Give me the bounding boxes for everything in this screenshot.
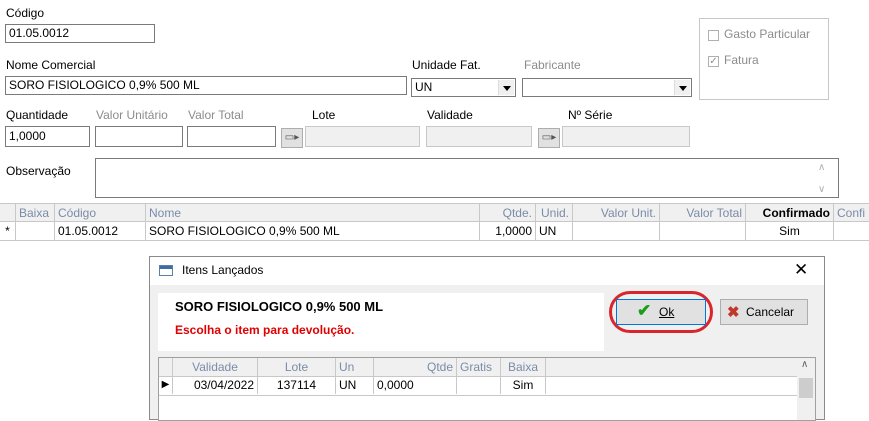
quantidade-input[interactable]: 1,0000 — [5, 126, 90, 147]
row-confirmado: Sim — [746, 222, 834, 240]
chevron-down-icon[interactable] — [498, 80, 514, 95]
row-baixa: Sim — [501, 376, 546, 394]
valor-total-label: Valor Total — [188, 108, 244, 122]
row-valor-total — [660, 222, 746, 240]
dialog-col-qtde[interactable]: Qtde — [374, 358, 457, 376]
table-row[interactable]: * 01.05.0012 SORO FISIOLOGICO 0,9% 500 M… — [0, 222, 869, 241]
dialog-col-baixa[interactable]: Baixa — [501, 358, 546, 376]
dialog-product: SORO FISIOLOGICO 0,9% 500 ML — [175, 299, 384, 314]
lote-input[interactable] — [305, 126, 420, 147]
grid-col-unid[interactable]: Unid. — [536, 204, 573, 222]
gasto-particular-label: Gasto Particular — [724, 27, 811, 41]
codigo-input[interactable]: 01.05.0012 — [5, 24, 155, 43]
row-lote: 137114 — [258, 376, 336, 394]
dialog-message: Escolha o item para devolução. — [175, 323, 355, 337]
fabricante-select[interactable] — [522, 78, 692, 97]
row-unid: UN — [536, 222, 573, 240]
observacao-textarea[interactable] — [95, 158, 839, 198]
table-row[interactable]: ▶ 03/04/2022 137114 UN 0,0000 Sim — [159, 376, 797, 396]
nome-input[interactable]: SORO FISIOLOGICO 0,9% 500 ML — [5, 76, 407, 95]
dialog-titlebar[interactable]: Itens Lançados ✕ — [150, 257, 824, 285]
validade-input[interactable] — [426, 126, 532, 147]
row-qtde: 0,0000 — [374, 376, 457, 394]
ok-button[interactable]: ✔ Ok — [616, 299, 706, 325]
info-panel: SORO FISIOLOGICO 0,9% 500 ML Escolha o i… — [158, 293, 604, 351]
grid-col-codigo[interactable]: Código — [55, 204, 146, 222]
scroll-up-icon[interactable]: ∧ — [801, 359, 808, 370]
grid-col-valor-total[interactable]: Valor Total — [660, 204, 746, 222]
gasto-particular-checkbox[interactable] — [708, 30, 719, 41]
unidade-select-value: UN — [415, 80, 433, 94]
row-marker: * — [0, 222, 16, 240]
row-pointer-icon: ▶ — [159, 376, 173, 394]
chevron-down-icon[interactable] — [674, 80, 690, 95]
serie-input[interactable] — [562, 126, 690, 147]
validade-label: Validade — [427, 108, 473, 122]
row-validade: 03/04/2022 — [173, 376, 258, 394]
dialog-col-un[interactable]: Un — [336, 358, 374, 376]
dialog-grid-header: Validade Lote Un Qtde Gratis Baixa — [159, 358, 797, 377]
grid-col-valor-unit[interactable]: Valor Unit. — [573, 204, 660, 222]
row-nome: SORO FISIOLOGICO 0,9% 500 ML — [146, 222, 480, 240]
check-icon: ✔ — [637, 301, 652, 320]
ok-label: Ok — [659, 305, 675, 319]
dialog-header-indicator — [159, 358, 173, 376]
grid-header: Baixa Código Nome Qtde. Unid. Valor Unit… — [0, 203, 869, 222]
fabricante-label: Fabricante — [524, 58, 581, 72]
x-icon: ✖ — [727, 304, 740, 321]
valor-total-input[interactable] — [187, 126, 276, 147]
dialog-col-gratis[interactable]: Gratis — [457, 358, 501, 376]
codigo-label: Código — [6, 6, 45, 20]
close-icon[interactable]: ✕ — [794, 260, 808, 280]
nome-label: Nome Comercial — [6, 58, 96, 72]
cancelar-button[interactable]: ✖ Cancelar — [720, 299, 808, 325]
quantidade-label: Quantidade — [6, 108, 69, 122]
valor-unitario-label: Valor Unitário — [96, 108, 168, 122]
dialog-scrollbar[interactable]: ∧ — [797, 358, 815, 420]
lote-picker-button[interactable]: ▭▸ — [281, 128, 303, 148]
unidade-label: Unidade Fat. — [412, 58, 481, 72]
dialog-col-lote[interactable]: Lote — [258, 358, 336, 376]
scroll-down-icon[interactable]: ∨ — [818, 184, 825, 195]
row-baixa — [16, 222, 55, 240]
fatura-checkbox[interactable]: ✓ — [708, 56, 719, 67]
window-icon — [159, 265, 173, 276]
grid-header-indicator — [0, 204, 16, 222]
serie-label: Nº Série — [568, 108, 613, 122]
row-qtde: 1,0000 — [480, 222, 536, 240]
lote-label: Lote — [312, 108, 336, 122]
grid-col-baixa[interactable]: Baixa — [16, 204, 55, 222]
itens-lancados-dialog: Itens Lançados ✕ SORO FISIOLOGICO 0,9% 5… — [149, 256, 825, 421]
row-un: UN — [336, 376, 374, 394]
grid-col-confirmado[interactable]: Confirmado — [746, 204, 834, 222]
serie-picker-button[interactable]: ▭▸ — [538, 128, 560, 148]
scrollbar-thumb[interactable] — [799, 378, 813, 398]
valor-unitario-input[interactable] — [95, 126, 183, 147]
grid-col-qtde[interactable]: Qtde. — [480, 204, 536, 222]
grid-col-nome[interactable]: Nome — [146, 204, 480, 222]
dialog-grid: Validade Lote Un Qtde Gratis Baixa ▶ 03/… — [158, 357, 816, 421]
row-gratis — [457, 376, 501, 394]
fatura-label: Fatura — [724, 53, 759, 67]
grid-col-confi[interactable]: Confi — [834, 204, 869, 222]
dialog-col-validade[interactable]: Validade — [173, 358, 258, 376]
row-valor-unit — [573, 222, 660, 240]
cancelar-label: Cancelar — [746, 305, 795, 319]
unidade-select[interactable]: UN — [411, 78, 516, 97]
scroll-up-icon[interactable]: ∧ — [818, 162, 825, 173]
row-codigo: 01.05.0012 — [55, 222, 146, 240]
observacao-label: Observação — [6, 164, 71, 178]
dialog-title: Itens Lançados — [182, 263, 264, 277]
